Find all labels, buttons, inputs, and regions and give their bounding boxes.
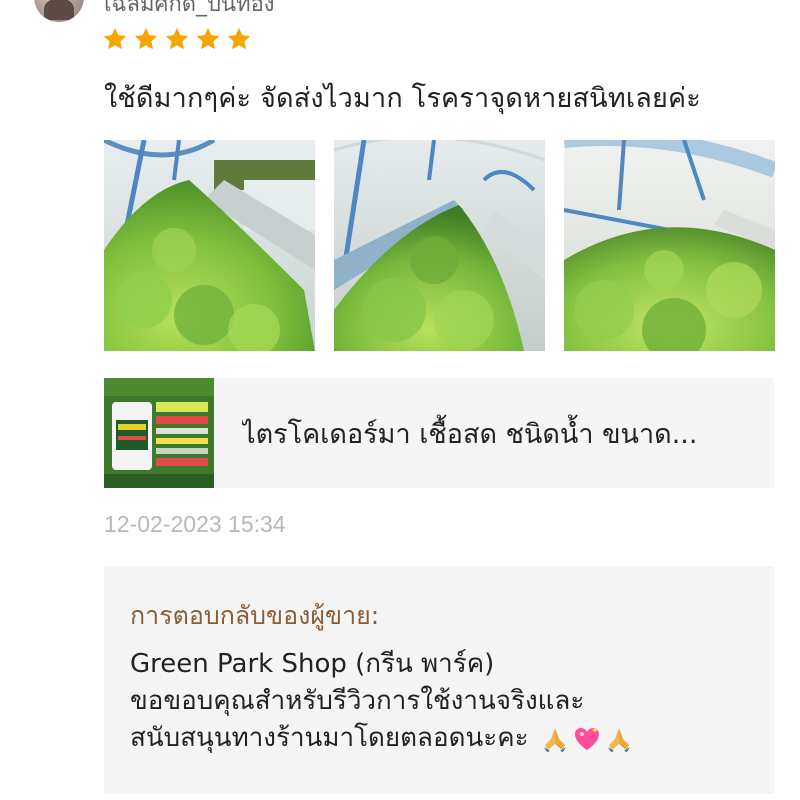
review-timestamp: 12-02-2023 15:34 xyxy=(104,511,286,537)
seller-reply-line-last: สนับสนุนทางร้านมาโดยตลอดนะคะ xyxy=(130,720,633,757)
star-icon xyxy=(134,27,158,50)
star-icon xyxy=(196,27,220,50)
praying-hands-icon xyxy=(607,727,630,752)
seller-reply-line-text: สนับสนุนทางร้านมาโดยตลอดนะคะ xyxy=(130,723,529,753)
praying-hands-icon xyxy=(543,727,566,752)
seller-reply-title: การตอบกลับของผู้ขาย: xyxy=(130,601,380,630)
emoji-row xyxy=(541,725,633,753)
review-photo-3[interactable] xyxy=(564,140,775,351)
star-icon xyxy=(103,27,127,50)
seller-reply-line: Green Park Shop (กรีน พาร์ค) xyxy=(130,649,495,679)
reviewer-username: เฉลิมศักดิ์_ปิ่นทอง xyxy=(104,0,275,17)
reviewer-avatar[interactable] xyxy=(34,0,84,22)
star-icon xyxy=(165,27,189,50)
product-thumbnail xyxy=(104,378,214,488)
review-text: ใช้ดีมากๆค่ะ จัดส่งไวมาก โรคราจุดหายสนิท… xyxy=(104,83,701,114)
star-icon xyxy=(227,27,251,50)
seller-reply-box: การตอบกลับของผู้ขาย: Green Park Shop (กร… xyxy=(104,566,774,794)
product-card[interactable]: ไตรโคเดอร์มา เชื้อสด ชนิดน้ำ ขนาด... xyxy=(104,378,774,488)
seller-reply-body: Green Park Shop (กรีน พาร์ค) ขอขอบคุณสำห… xyxy=(130,646,633,757)
rating-stars xyxy=(102,26,252,52)
review-photos xyxy=(104,140,775,351)
product-name[interactable]: ไตรโคเดอร์มา เชื้อสด ชนิดน้ำ ขนาด... xyxy=(242,412,697,455)
review-photo-1[interactable] xyxy=(104,140,315,351)
review-photo-2[interactable] xyxy=(334,140,545,351)
seller-reply-line: ขอขอบคุณสำหรับรีวิวการใช้งานจริงและ xyxy=(130,686,585,716)
sparkling-heart-icon xyxy=(574,726,599,750)
